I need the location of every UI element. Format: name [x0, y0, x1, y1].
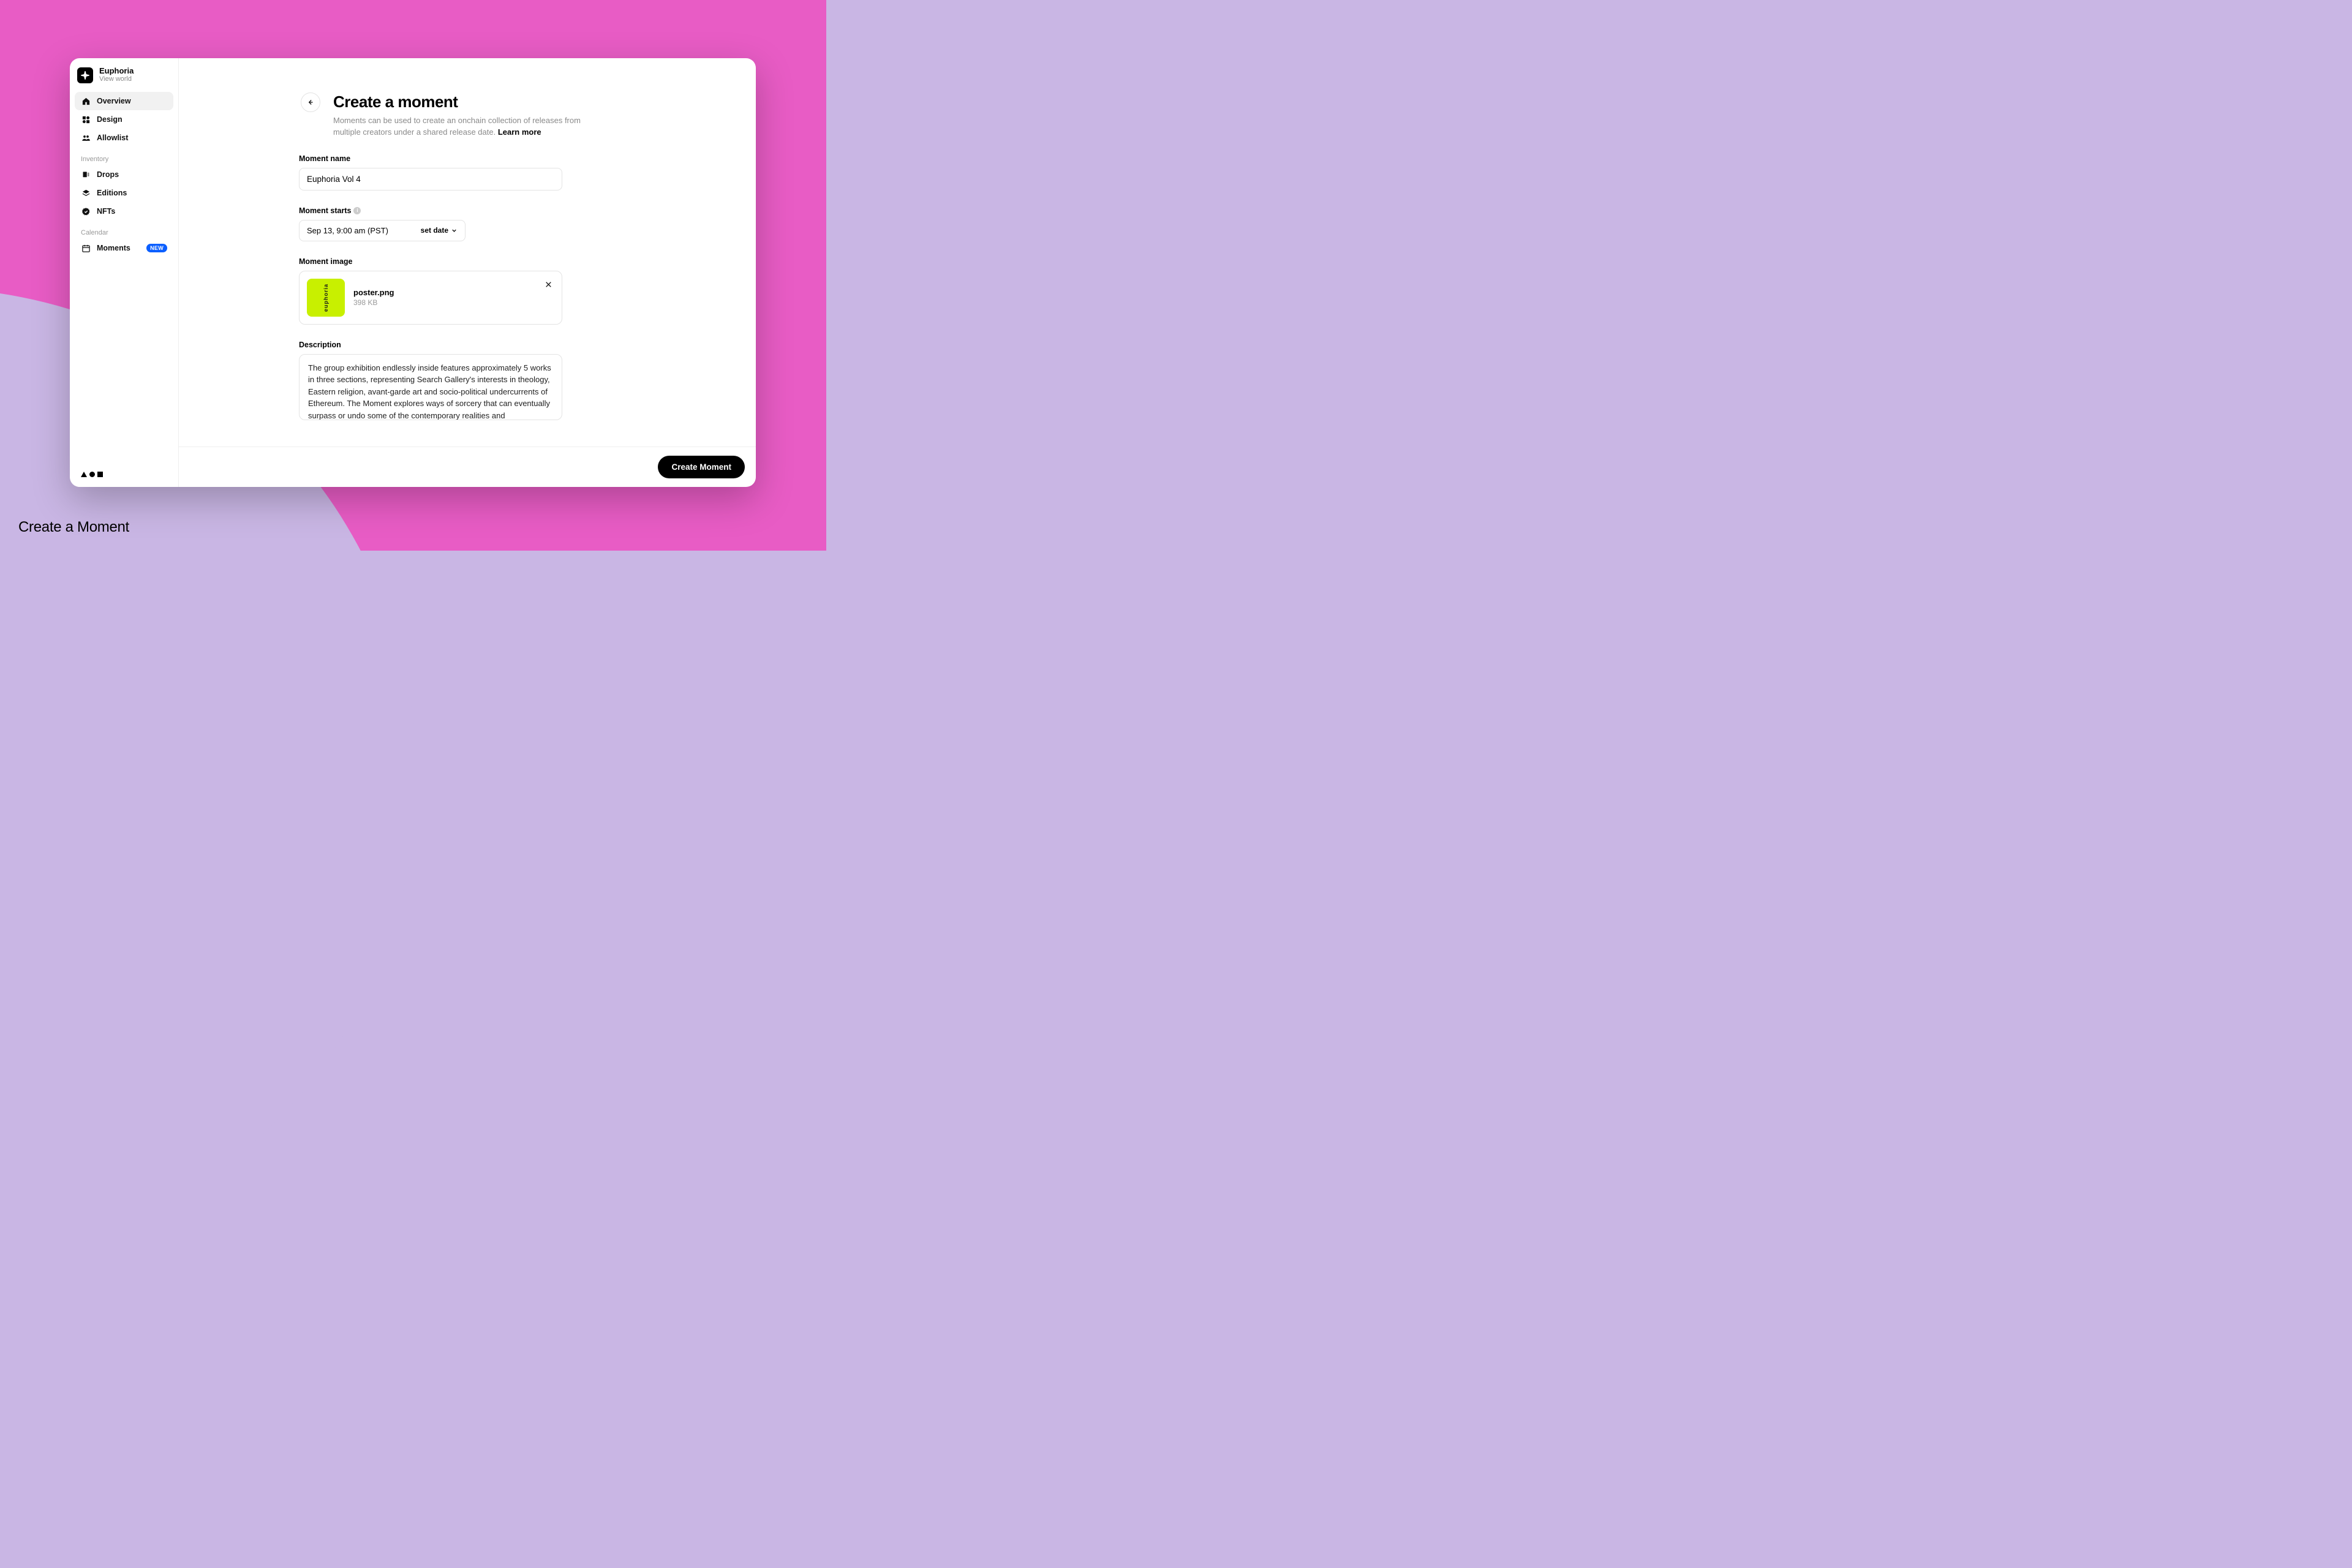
home-icon	[81, 96, 91, 106]
remove-image-button[interactable]	[542, 279, 554, 291]
sidebar-item-label: Moments	[97, 244, 130, 252]
slide-caption: Create a Moment	[18, 519, 129, 536]
description-textarea[interactable]	[299, 354, 562, 420]
sidebar-item-moments[interactable]: Moments NEW	[75, 239, 173, 257]
new-badge: NEW	[146, 244, 167, 252]
close-icon	[545, 281, 552, 288]
sidebar-item-label: Editions	[97, 189, 127, 197]
moment-name-label: Moment name	[299, 154, 599, 163]
page-description: Moments can be used to create an onchain…	[333, 115, 584, 138]
sidebar-item-drops[interactable]: Drops	[75, 165, 173, 184]
content-area: Create a moment Moments can be used to c…	[179, 58, 756, 447]
moment-starts-value: Sep 13, 9:00 am (PST)	[307, 226, 421, 235]
sidebar-item-label: Drops	[97, 170, 119, 179]
image-thumbnail: euphoria	[307, 279, 345, 317]
app-window: Euphoria View world Overview Design Allo…	[70, 58, 756, 487]
back-button[interactable]	[301, 92, 320, 112]
verified-icon	[81, 206, 91, 216]
moment-starts-label: Moment starts i	[299, 206, 599, 215]
sidebar-section-calendar: Calendar	[75, 221, 173, 239]
calendar-icon	[81, 243, 91, 253]
info-icon[interactable]: i	[353, 207, 361, 214]
circle-icon	[89, 472, 95, 477]
moment-starts-field[interactable]: Sep 13, 9:00 am (PST) set date	[299, 220, 466, 241]
world-name: Euphoria	[99, 67, 134, 75]
moment-image-card: euphoria poster.png 398 KB	[299, 271, 562, 325]
world-header[interactable]: Euphoria View world	[75, 64, 173, 92]
brand-mark	[75, 468, 173, 481]
image-file-size: 398 KB	[353, 298, 394, 307]
sidebar-item-label: NFTs	[97, 207, 115, 216]
sidebar-item-label: Overview	[97, 97, 131, 105]
sidebar-item-label: Design	[97, 115, 123, 124]
sidebar-item-nfts[interactable]: NFTs	[75, 202, 173, 221]
sidebar-item-editions[interactable]: Editions	[75, 184, 173, 202]
sidebar-item-overview[interactable]: Overview	[75, 92, 173, 110]
footer-bar: Create Moment	[179, 447, 756, 487]
design-icon	[81, 115, 91, 124]
triangle-icon	[81, 472, 87, 477]
moment-image-label: Moment image	[299, 257, 599, 266]
page-title: Create a moment	[333, 92, 599, 111]
square-icon	[97, 472, 103, 477]
sidebar: Euphoria View world Overview Design Allo…	[70, 58, 179, 487]
chevron-down-icon	[451, 227, 458, 234]
sidebar-section-inventory: Inventory	[75, 147, 173, 165]
set-date-button[interactable]: set date	[421, 226, 458, 235]
main-panel: Create a moment Moments can be used to c…	[179, 58, 756, 487]
people-icon	[81, 133, 91, 143]
sidebar-item-allowlist[interactable]: Allowlist	[75, 129, 173, 147]
world-logo-icon	[77, 67, 93, 83]
layers-icon	[81, 188, 91, 198]
sidebar-item-label: Allowlist	[97, 134, 128, 142]
arrow-left-icon	[306, 98, 315, 107]
moment-name-input[interactable]	[299, 168, 562, 190]
sidebar-item-design[interactable]: Design	[75, 110, 173, 129]
description-label: Description	[299, 341, 599, 349]
world-subtitle: View world	[99, 75, 134, 83]
learn-more-link[interactable]: Learn more	[498, 127, 541, 137]
image-file-name: poster.png	[353, 288, 394, 297]
drops-icon	[81, 170, 91, 179]
create-moment-button[interactable]: Create Moment	[658, 456, 745, 478]
